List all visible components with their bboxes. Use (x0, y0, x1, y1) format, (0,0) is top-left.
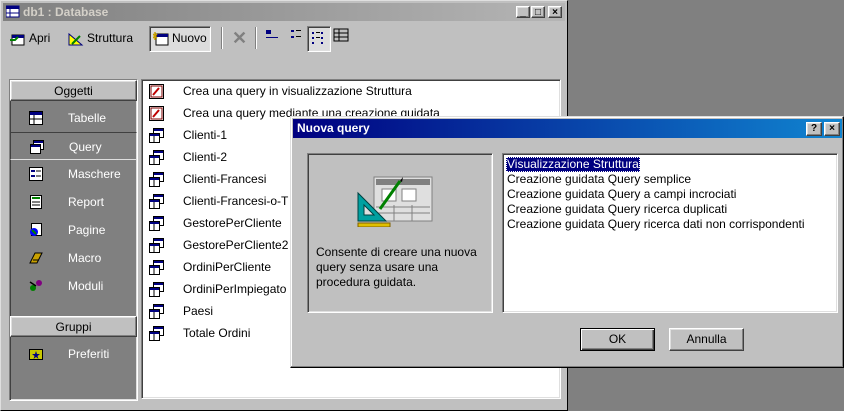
minimize-icon: _ (520, 7, 526, 18)
object-macros[interactable]: Macro (10, 244, 137, 272)
open-label: Apri (29, 31, 51, 45)
query-icon (149, 150, 164, 165)
list-item-label: GestorePerCliente (183, 216, 282, 230)
list-item-label: Clienti-Francesi-o-T (183, 194, 289, 208)
large-icons-icon (266, 30, 278, 38)
cancel-button[interactable]: Annulla (669, 328, 744, 351)
list-item-label: GestorePerCliente2 (183, 238, 289, 252)
small-icons-icon (291, 30, 301, 38)
objects-bar: Oggetti Tabelle Query Maschere Report Pa… (9, 79, 138, 401)
ok-button[interactable]: OK (580, 328, 655, 351)
help-icon: ? (810, 123, 818, 134)
query-type-option[interactable]: Creazione guidata Query ricerca duplicat… (506, 202, 728, 217)
delete-button[interactable]: ✕ (229, 27, 250, 49)
object-tables-label: Tabelle (68, 111, 107, 125)
query-icon (149, 304, 164, 319)
query-type-option[interactable]: Creazione guidata Query a campi incrocia… (506, 187, 737, 202)
groups-header[interactable]: Gruppi (10, 316, 137, 337)
design-label: Struttura (87, 31, 134, 45)
page-icon (30, 223, 42, 236)
help-button[interactable]: ? (806, 122, 822, 136)
object-modules[interactable]: Moduli (10, 272, 137, 300)
object-pages[interactable]: Pagine (10, 216, 137, 244)
toolbar-separator (255, 27, 257, 49)
query-icon (30, 140, 44, 154)
object-reports-label: Report (68, 195, 105, 209)
query-icon (149, 238, 164, 253)
close-icon: × (552, 7, 558, 18)
small-icons-button[interactable] (286, 27, 308, 49)
macro-icon (29, 252, 43, 264)
open-button[interactable]: Apri (7, 27, 53, 49)
delete-icon: ✕ (232, 28, 248, 48)
dialog-description: Consente di creare una nuova query senza… (316, 245, 477, 289)
module-icon (29, 280, 42, 291)
object-queries-label: Query (69, 140, 102, 154)
object-modules-label: Moduli (68, 279, 104, 293)
design-view-illustration (357, 176, 433, 227)
table-icon (29, 111, 43, 125)
query-icon (149, 260, 164, 275)
object-macros-label: Macro (68, 251, 102, 265)
group-favorites-label: Preferiti (68, 347, 110, 361)
design-button[interactable]: Struttura (65, 27, 136, 49)
object-tables[interactable]: Tabelle (10, 104, 137, 132)
database-app-icon (6, 5, 20, 18)
details-view-icon (333, 28, 349, 42)
object-pages-label: Pagine (68, 223, 106, 237)
new-label: Nuovo (172, 31, 207, 45)
list-item-label: OrdiniPerImpiegato (183, 282, 287, 296)
dialog-close-button[interactable]: × (824, 122, 840, 136)
favorites-icon (29, 349, 43, 360)
list-item-label: Clienti-1 (183, 128, 228, 142)
list-item-label: Totale Ordini (183, 326, 251, 340)
list-view-icon (312, 32, 323, 44)
query-type-list[interactable]: Visualizzazione Struttura Creazione guida… (502, 153, 838, 313)
maximize-icon: □ (534, 7, 542, 18)
list-item-label: Clienti-Francesi (183, 172, 267, 186)
query-icon (149, 216, 164, 231)
design-icon (68, 32, 84, 46)
object-forms-label: Maschere (68, 167, 121, 181)
new-button[interactable]: Nuovo (149, 26, 211, 52)
maximize-button[interactable]: □ (531, 6, 545, 18)
list-item-label: Clienti-2 (183, 150, 228, 164)
create-shortcut-icon (149, 106, 164, 121)
object-queries[interactable]: Query (10, 132, 137, 160)
create-shortcut-icon (149, 84, 164, 99)
close-icon: × (829, 123, 835, 134)
new-icon (153, 31, 169, 46)
database-titlebar[interactable]: db1 : Database _ □ × (3, 3, 565, 21)
objects-group-header[interactable]: Oggetti (10, 80, 137, 101)
object-reports[interactable]: Report (10, 188, 137, 216)
toolbar-separator (221, 27, 223, 49)
query-type-option[interactable]: Creazione guidata Query ricerca dati non… (506, 217, 806, 232)
large-icons-button[interactable] (261, 27, 283, 49)
details-view-button[interactable] (330, 27, 352, 49)
database-window-title: db1 : Database (23, 5, 109, 19)
database-toolbar: Apri Struttura Nuovo ✕ (3, 23, 565, 53)
list-view-button[interactable] (307, 26, 331, 52)
list-item-label: Crea una query in visualizzazione Strutt… (183, 84, 412, 98)
preview-panel: Consente di creare una nuova query senza… (307, 153, 493, 313)
new-query-dialog: Nuova query ? × Consente di creare una n… (290, 116, 844, 368)
query-icon (149, 194, 164, 209)
minimize-button[interactable]: _ (516, 6, 530, 18)
form-icon (29, 167, 43, 181)
list-item-label: OrdiniPerCliente (183, 260, 272, 274)
dialog-title: Nuova query (297, 121, 370, 135)
object-forms[interactable]: Maschere (10, 160, 137, 188)
query-icon (149, 282, 164, 297)
query-type-option[interactable]: Visualizzazione Struttura (506, 157, 640, 172)
report-icon (30, 195, 42, 209)
group-favorites[interactable]: Preferiti (10, 340, 137, 368)
query-type-option[interactable]: Creazione guidata Query semplice (506, 172, 692, 187)
dialog-titlebar[interactable]: Nuova query ? × (293, 119, 842, 138)
open-icon (10, 34, 25, 46)
close-button[interactable]: × (548, 6, 562, 18)
query-icon (149, 172, 164, 187)
query-icon (149, 128, 164, 143)
query-icon (149, 326, 164, 341)
list-item-label: Paesi (183, 304, 214, 318)
